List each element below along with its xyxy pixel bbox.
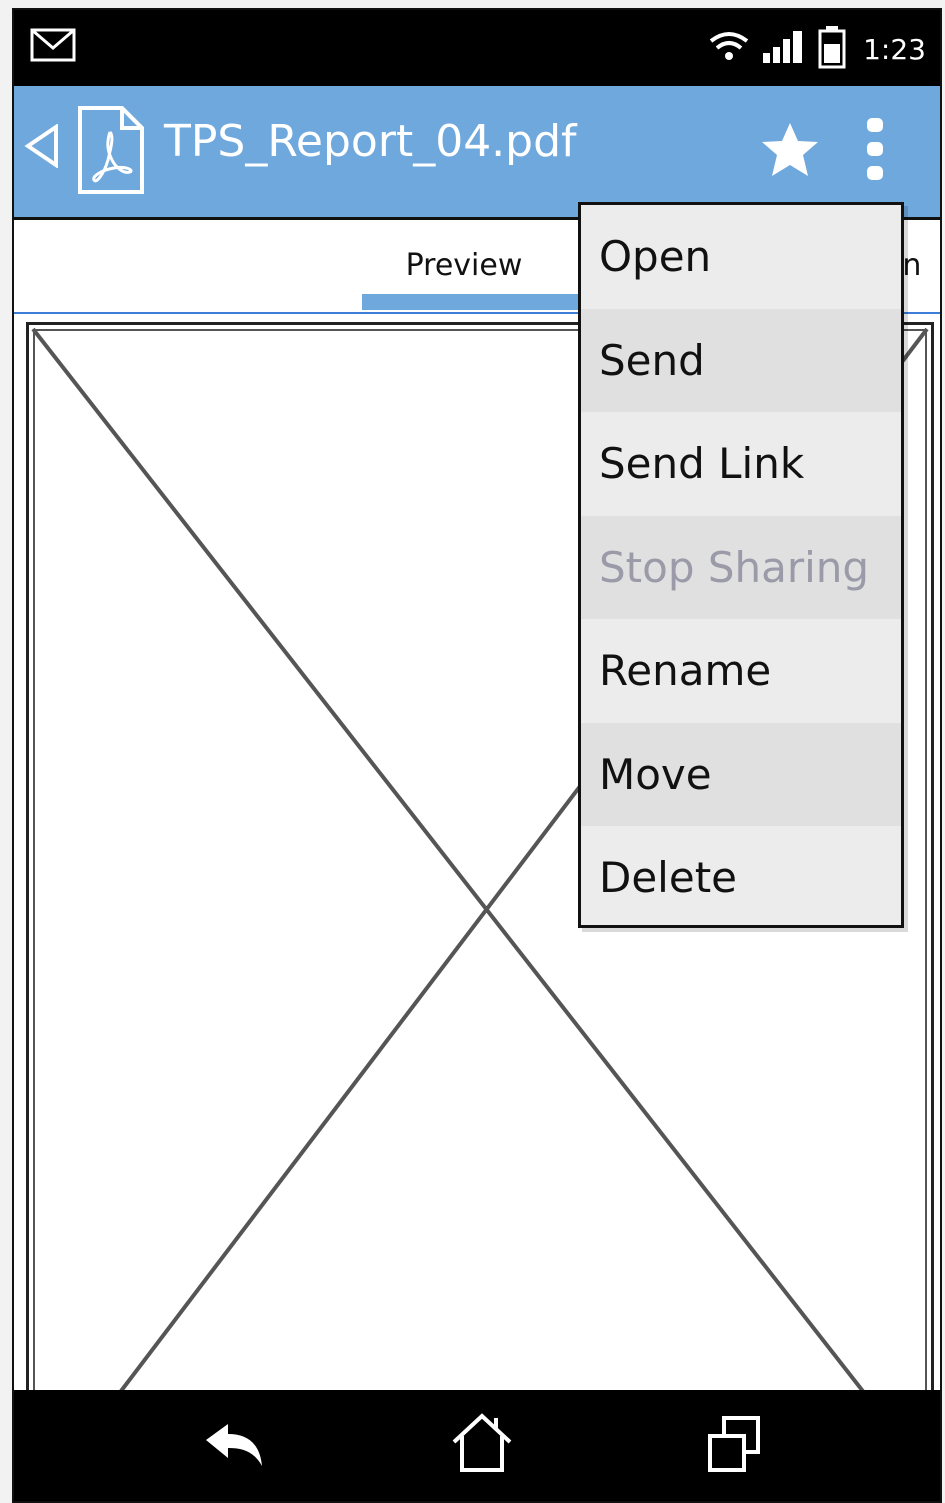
menu-item-send-link[interactable]: Send Link	[581, 412, 901, 516]
menu-item-move[interactable]: Move	[581, 722, 901, 826]
status-time: 1:23	[863, 32, 926, 66]
nav-home-icon[interactable]	[450, 1412, 514, 1478]
battery-icon	[817, 24, 847, 74]
phone-screen: 1:23 TPS_Report_04.pdf Preview Open Send…	[12, 8, 942, 1503]
tab-preview[interactable]: Preview	[364, 248, 564, 283]
status-bar: 1:23	[14, 10, 940, 86]
signal-icon	[761, 29, 807, 69]
overflow-menu-icon[interactable]	[862, 114, 888, 188]
menu-item-open[interactable]: Open	[581, 205, 901, 309]
nav-recent-apps-icon[interactable]	[704, 1414, 764, 1480]
nav-back-icon[interactable]	[202, 1420, 268, 1476]
pdf-icon	[76, 104, 146, 200]
menu-item-delete[interactable]: Delete	[581, 826, 901, 930]
menu-item-stop-sharing[interactable]: Stop Sharing	[581, 515, 901, 619]
overflow-menu: Open Send Send Link Stop Sharing Rename …	[578, 202, 904, 928]
wifi-icon	[707, 29, 751, 69]
navigation-bar	[14, 1390, 940, 1501]
active-tab-indicator	[362, 294, 592, 310]
document-title: TPS_Report_04.pdf	[164, 116, 577, 167]
menu-item-rename[interactable]: Rename	[581, 619, 901, 723]
back-icon[interactable]	[24, 123, 60, 172]
menu-item-send[interactable]: Send	[581, 308, 901, 412]
star-icon[interactable]	[759, 120, 821, 184]
app-bar: TPS_Report_04.pdf	[14, 86, 940, 220]
mail-icon	[30, 28, 76, 66]
